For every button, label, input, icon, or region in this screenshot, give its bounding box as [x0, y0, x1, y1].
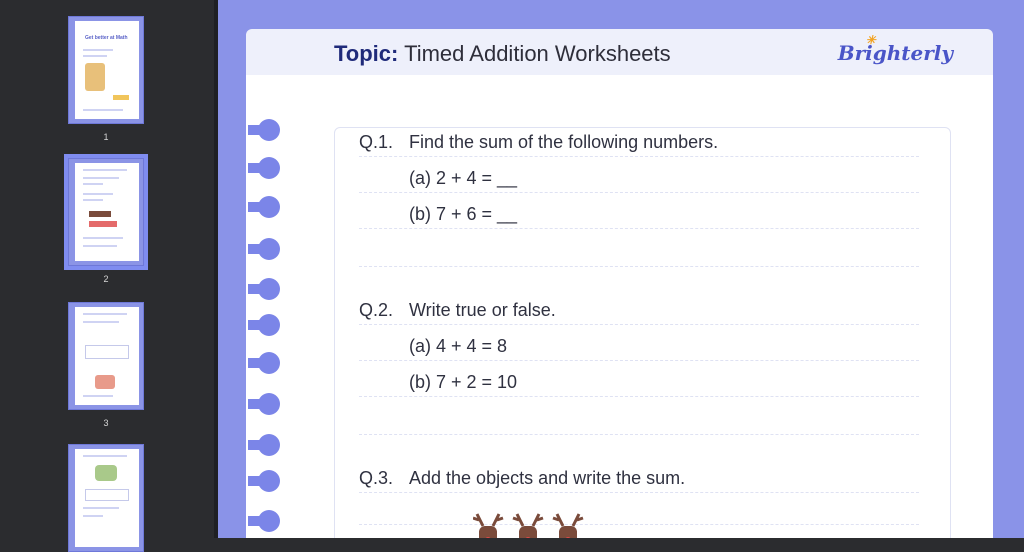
answer-rule	[359, 228, 919, 229]
binder-ring	[258, 119, 280, 141]
binder-ring	[258, 352, 280, 374]
topic-label: Topic:	[334, 41, 399, 66]
thumbnail-line	[83, 507, 119, 509]
question-number: Q.1.	[359, 132, 394, 152]
thumbnail-paper: Get better at Math	[75, 21, 139, 119]
worksheet-header: Topic: Timed Addition Worksheets ✳ Brigh…	[246, 29, 993, 75]
thumbnail-illustration	[95, 375, 115, 389]
binder-ring	[258, 393, 280, 415]
thumbnail-line	[83, 245, 117, 247]
questions-card: Q.1. Find the sum of the following numbe…	[334, 127, 951, 538]
binder-ring	[258, 278, 280, 300]
thumbnail-paper	[75, 449, 139, 547]
thumbnail-page-4[interactable]	[68, 444, 144, 552]
thumbnail-table	[85, 345, 129, 359]
worksheet-content: Q.1. Find the sum of the following numbe…	[246, 75, 993, 538]
thumbnail-line	[83, 395, 113, 397]
question-number: Q.3.	[359, 468, 394, 488]
thumbnail-illustration	[85, 63, 105, 91]
reindeer-antlers	[473, 513, 504, 527]
answer-rule	[359, 434, 919, 435]
thumbnail-line	[83, 49, 113, 51]
thumbnail-line	[83, 515, 103, 517]
thumbnail-line	[83, 193, 113, 195]
answer-rule	[359, 266, 919, 267]
thumbnail-line	[83, 183, 103, 185]
question-number: Q.2.	[359, 300, 394, 320]
thumbnail-label-3: 3	[103, 418, 109, 428]
reindeer-antlers	[512, 513, 544, 527]
answer-rule	[359, 192, 919, 193]
brand-logo: ✳ Brighterly	[837, 33, 953, 65]
thumbnail-table	[85, 489, 129, 501]
thumbnail-line	[83, 199, 103, 201]
thumbnail-illustration	[95, 465, 117, 481]
question-text: Add the objects and write the sum.	[409, 468, 686, 488]
page-title: Topic: Timed Addition Worksheets	[334, 41, 671, 67]
binder-ring	[258, 314, 280, 336]
answer-rule	[359, 324, 919, 325]
page-thumbnails-sidebar: Get better at Math 1 2 3	[0, 0, 214, 552]
thumbnail-page-3[interactable]	[68, 302, 144, 410]
worksheet-page: Topic: Timed Addition Worksheets ✳ Brigh…	[218, 0, 1024, 538]
binder-ring	[258, 196, 280, 218]
answer-line: (b) 7 + 6 = __	[409, 204, 518, 224]
thumbnail-line	[83, 109, 123, 111]
answer-rule	[359, 396, 919, 397]
question-text: Find the sum of the following numbers.	[409, 132, 719, 152]
answer-rule	[359, 360, 919, 361]
topic-title: Timed Addition Worksheets	[404, 41, 671, 66]
thumbnail-paper	[75, 307, 139, 405]
thumbnail-title: Get better at Math	[85, 35, 128, 41]
binder-ring	[258, 510, 280, 532]
thumbnail-button-shape	[113, 95, 129, 100]
binder-ring	[258, 157, 280, 179]
answer-rule	[359, 524, 919, 525]
reindeer-antlers	[552, 513, 584, 527]
thumbnail-line	[83, 237, 123, 239]
thumbnail-line	[83, 455, 127, 457]
question-text: Write true or false.	[409, 300, 556, 320]
binder-ring	[258, 434, 280, 456]
thumbnail-objects	[89, 221, 117, 227]
brand-name: Brighterly	[837, 41, 953, 65]
answer-line: (b) 7 + 2 = 10	[409, 372, 518, 392]
answer-line: (a) 2 + 4 = __	[409, 168, 518, 188]
sun-icon: ✳	[865, 33, 876, 47]
thumbnail-line	[83, 177, 119, 179]
thumbnail-page-2[interactable]	[64, 154, 148, 270]
thumbnail-reindeer	[89, 211, 111, 217]
reindeer-illustration	[473, 513, 584, 538]
thumbnail-label-1: 1	[103, 132, 109, 142]
answer-line: (a) 4 + 4 = 8	[409, 336, 508, 356]
reindeer-head	[519, 526, 537, 538]
binder-ring	[258, 470, 280, 492]
binder-ring	[258, 238, 280, 260]
thumbnail-line	[83, 313, 127, 315]
answer-rule	[359, 156, 919, 157]
thumbnail-line	[83, 55, 107, 57]
thumbnail-line	[83, 321, 119, 323]
thumbnail-page-1[interactable]: Get better at Math	[68, 16, 144, 124]
answer-rule	[359, 492, 919, 493]
thumbnail-label-2: 2	[103, 274, 109, 284]
thumbnail-line	[83, 169, 127, 171]
reindeer-head	[559, 526, 577, 538]
reindeer-head	[479, 526, 497, 538]
thumbnail-paper	[75, 163, 139, 261]
document-viewer[interactable]: Topic: Timed Addition Worksheets ✳ Brigh…	[218, 0, 1024, 538]
